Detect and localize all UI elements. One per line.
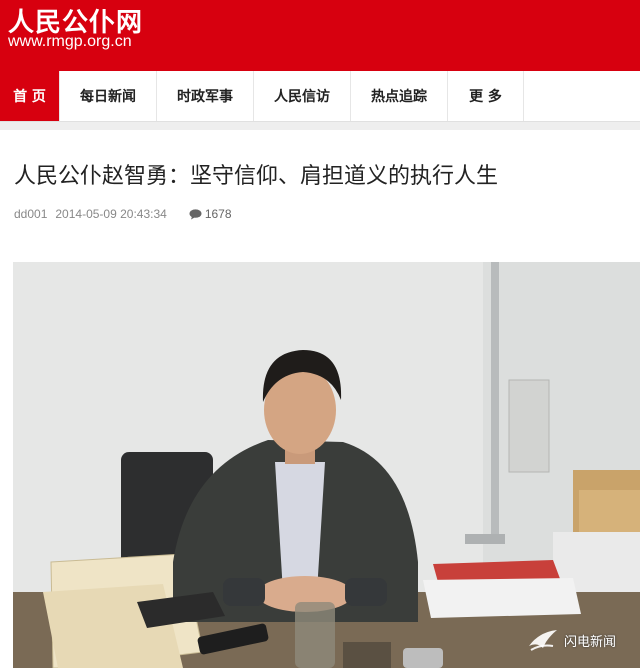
comment-count[interactable]: 1678	[189, 207, 232, 221]
article-meta: dd001 2014-05-09 20:43:34 1678	[14, 207, 232, 221]
site-url: www.rmgp.org.cn	[8, 33, 132, 50]
article-title: 人民公仆赵智勇：坚守信仰、肩担道义的执行人生	[14, 164, 499, 189]
nav-item-home[interactable]: 首 页	[0, 71, 60, 121]
article-datetime: 2014-05-09 20:43:34	[55, 207, 167, 221]
lightning-logo-icon	[528, 630, 557, 651]
nav-item-petitions[interactable]: 人民信访	[254, 71, 351, 121]
site-header: 人民公仆网 www.rmgp.org.cn	[0, 0, 640, 71]
nav-item-more[interactable]: 更 多	[448, 71, 524, 121]
article-photo: 闪电新闻	[13, 262, 640, 668]
comment-count-value: 1678	[204, 207, 232, 221]
article-author[interactable]: dd001	[14, 207, 47, 221]
nav-item-hot-topics[interactable]: 热点追踪	[351, 71, 448, 121]
office-photo	[13, 262, 640, 668]
nav-divider	[0, 122, 640, 130]
comment-icon	[189, 208, 202, 219]
nav-item-politics-military[interactable]: 时政军事	[157, 71, 254, 121]
photo-watermark: 闪电新闻	[525, 626, 616, 654]
nav-item-daily-news[interactable]: 每日新闻	[60, 71, 157, 121]
watermark-text: 闪电新闻	[563, 634, 616, 650]
main-nav: 首 页 每日新闻 时政军事 人民信访 热点追踪 更 多	[0, 71, 640, 122]
